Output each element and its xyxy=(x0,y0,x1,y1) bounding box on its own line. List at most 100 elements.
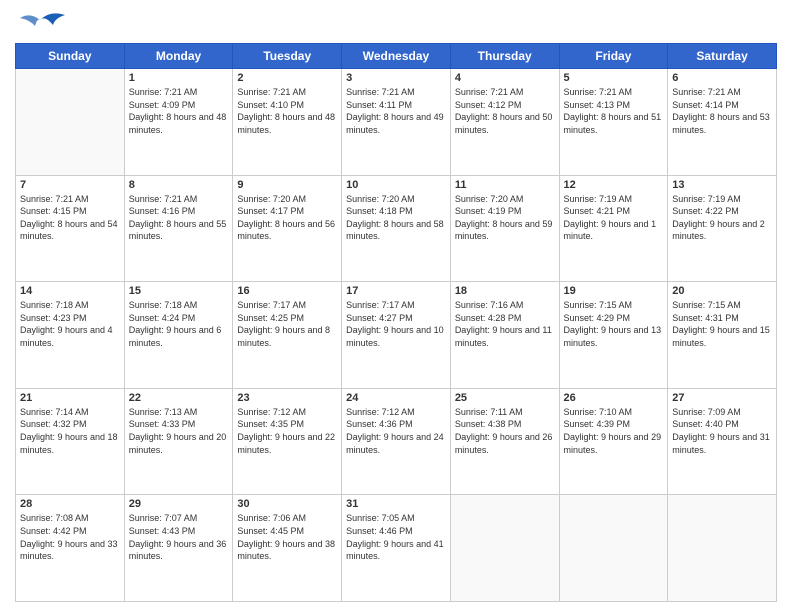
day-number: 4 xyxy=(455,72,555,84)
day-info: Sunrise: 7:21 AMSunset: 4:14 PMDaylight:… xyxy=(672,86,772,136)
day-number: 16 xyxy=(237,285,337,297)
day-info: Sunrise: 7:17 AMSunset: 4:27 PMDaylight:… xyxy=(346,299,446,349)
week-row-1: 1 Sunrise: 7:21 AMSunset: 4:09 PMDaylight… xyxy=(16,69,777,176)
day-info: Sunrise: 7:09 AMSunset: 4:40 PMDaylight:… xyxy=(672,406,772,456)
day-cell: 19 Sunrise: 7:15 AMSunset: 4:29 PMDayligh… xyxy=(559,282,668,389)
day-info: Sunrise: 7:18 AMSunset: 4:23 PMDaylight:… xyxy=(20,299,120,349)
day-info: Sunrise: 7:12 AMSunset: 4:36 PMDaylight:… xyxy=(346,406,446,456)
day-number: 27 xyxy=(672,392,772,404)
logo-text xyxy=(15,10,65,35)
day-info: Sunrise: 7:21 AMSunset: 4:12 PMDaylight:… xyxy=(455,86,555,136)
col-friday: Friday xyxy=(559,44,668,69)
day-cell: 2Sunrise: 7:21 AMSunset: 4:10 PMDaylight… xyxy=(233,69,342,176)
day-cell: 27 Sunrise: 7:09 AMSunset: 4:40 PMDayligh… xyxy=(668,388,777,495)
day-cell: 24 Sunrise: 7:12 AMSunset: 4:36 PMDayligh… xyxy=(342,388,451,495)
col-tuesday: Tuesday xyxy=(233,44,342,69)
header xyxy=(15,10,777,35)
day-cell: 31 Sunrise: 7:05 AMSunset: 4:46 PMDayligh… xyxy=(342,495,451,602)
day-info: Sunrise: 7:11 AMSunset: 4:38 PMDaylight:… xyxy=(455,406,555,456)
day-number: 28 xyxy=(20,498,120,510)
day-number: 1 xyxy=(129,72,229,84)
day-cell: 25 Sunrise: 7:11 AMSunset: 4:38 PMDayligh… xyxy=(450,388,559,495)
day-cell: 20 Sunrise: 7:15 AMSunset: 4:31 PMDayligh… xyxy=(668,282,777,389)
day-number: 9 xyxy=(237,179,337,191)
col-saturday: Saturday xyxy=(668,44,777,69)
day-cell: 10Sunrise: 7:20 AMSunset: 4:18 PMDayligh… xyxy=(342,175,451,282)
page: Sunday Monday Tuesday Wednesday Thursday… xyxy=(0,0,792,612)
day-info: Sunrise: 7:21 AMSunset: 4:09 PMDaylight:… xyxy=(129,86,229,136)
day-info: Sunrise: 7:15 AMSunset: 4:29 PMDaylight:… xyxy=(564,299,664,349)
day-cell: 15 Sunrise: 7:18 AMSunset: 4:24 PMDayligh… xyxy=(124,282,233,389)
day-cell: 18 Sunrise: 7:16 AMSunset: 4:28 PMDayligh… xyxy=(450,282,559,389)
calendar-header-row: Sunday Monday Tuesday Wednesday Thursday… xyxy=(16,44,777,69)
day-cell: 7Sunrise: 7:21 AMSunset: 4:15 PMDaylight… xyxy=(16,175,125,282)
day-cell xyxy=(450,495,559,602)
day-number: 25 xyxy=(455,392,555,404)
day-info: Sunrise: 7:05 AMSunset: 4:46 PMDaylight:… xyxy=(346,512,446,562)
day-info: Sunrise: 7:20 AMSunset: 4:18 PMDaylight:… xyxy=(346,193,446,243)
day-number: 30 xyxy=(237,498,337,510)
day-info: Sunrise: 7:15 AMSunset: 4:31 PMDaylight:… xyxy=(672,299,772,349)
day-number: 11 xyxy=(455,179,555,191)
day-cell: 6 Sunrise: 7:21 AMSunset: 4:14 PMDaylight… xyxy=(668,69,777,176)
day-info: Sunrise: 7:16 AMSunset: 4:28 PMDaylight:… xyxy=(455,299,555,349)
day-info: Sunrise: 7:06 AMSunset: 4:45 PMDaylight:… xyxy=(237,512,337,562)
day-cell: 29 Sunrise: 7:07 AMSunset: 4:43 PMDayligh… xyxy=(124,495,233,602)
day-number: 31 xyxy=(346,498,446,510)
day-info: Sunrise: 7:18 AMSunset: 4:24 PMDaylight:… xyxy=(129,299,229,349)
logo-bird-icon xyxy=(15,10,65,30)
day-number: 15 xyxy=(129,285,229,297)
day-cell: 16 Sunrise: 7:17 AMSunset: 4:25 PMDayligh… xyxy=(233,282,342,389)
day-info: Sunrise: 7:21 AMSunset: 4:15 PMDaylight:… xyxy=(20,193,120,243)
day-number: 3 xyxy=(346,72,446,84)
day-number: 12 xyxy=(564,179,664,191)
day-cell: 4 Sunrise: 7:21 AMSunset: 4:12 PMDaylight… xyxy=(450,69,559,176)
day-info: Sunrise: 7:12 AMSunset: 4:35 PMDaylight:… xyxy=(237,406,337,456)
day-info: Sunrise: 7:21 AMSunset: 4:16 PMDaylight:… xyxy=(129,193,229,243)
day-number: 19 xyxy=(564,285,664,297)
day-info: Sunrise: 7:08 AMSunset: 4:42 PMDaylight:… xyxy=(20,512,120,562)
day-info: Sunrise: 7:21 AMSunset: 4:13 PMDaylight:… xyxy=(564,86,664,136)
day-number: 13 xyxy=(672,179,772,191)
day-info: Sunrise: 7:21 AMSunset: 4:10 PMDaylight:… xyxy=(237,86,337,136)
day-number: 6 xyxy=(672,72,772,84)
day-info: Sunrise: 7:19 AMSunset: 4:21 PMDaylight:… xyxy=(564,193,664,243)
day-cell: 22 Sunrise: 7:13 AMSunset: 4:33 PMDayligh… xyxy=(124,388,233,495)
week-row-2: 7Sunrise: 7:21 AMSunset: 4:15 PMDaylight… xyxy=(16,175,777,282)
day-cell: 17 Sunrise: 7:17 AMSunset: 4:27 PMDayligh… xyxy=(342,282,451,389)
calendar-table: Sunday Monday Tuesday Wednesday Thursday… xyxy=(15,43,777,602)
day-info: Sunrise: 7:14 AMSunset: 4:32 PMDaylight:… xyxy=(20,406,120,456)
day-info: Sunrise: 7:10 AMSunset: 4:39 PMDaylight:… xyxy=(564,406,664,456)
day-number: 18 xyxy=(455,285,555,297)
day-cell: 8 Sunrise: 7:21 AMSunset: 4:16 PMDaylight… xyxy=(124,175,233,282)
day-info: Sunrise: 7:20 AMSunset: 4:17 PMDaylight:… xyxy=(237,193,337,243)
day-number: 22 xyxy=(129,392,229,404)
day-number: 21 xyxy=(20,392,120,404)
day-info: Sunrise: 7:13 AMSunset: 4:33 PMDaylight:… xyxy=(129,406,229,456)
col-sunday: Sunday xyxy=(16,44,125,69)
day-number: 8 xyxy=(129,179,229,191)
col-thursday: Thursday xyxy=(450,44,559,69)
day-cell xyxy=(668,495,777,602)
day-info: Sunrise: 7:19 AMSunset: 4:22 PMDaylight:… xyxy=(672,193,772,243)
day-number: 14 xyxy=(20,285,120,297)
day-cell: 13 Sunrise: 7:19 AMSunset: 4:22 PMDayligh… xyxy=(668,175,777,282)
day-number: 5 xyxy=(564,72,664,84)
day-number: 20 xyxy=(672,285,772,297)
logo xyxy=(15,10,65,35)
day-cell: 14 Sunrise: 7:18 AMSunset: 4:23 PMDayligh… xyxy=(16,282,125,389)
day-number: 29 xyxy=(129,498,229,510)
day-info: Sunrise: 7:07 AMSunset: 4:43 PMDaylight:… xyxy=(129,512,229,562)
day-number: 17 xyxy=(346,285,446,297)
day-info: Sunrise: 7:17 AMSunset: 4:25 PMDaylight:… xyxy=(237,299,337,349)
day-number: 24 xyxy=(346,392,446,404)
day-info: Sunrise: 7:21 AMSunset: 4:11 PMDaylight:… xyxy=(346,86,446,136)
day-cell xyxy=(559,495,668,602)
day-number: 26 xyxy=(564,392,664,404)
col-monday: Monday xyxy=(124,44,233,69)
day-cell: 9 Sunrise: 7:20 AMSunset: 4:17 PMDaylight… xyxy=(233,175,342,282)
day-cell xyxy=(16,69,125,176)
day-cell: 12 Sunrise: 7:19 AMSunset: 4:21 PMDayligh… xyxy=(559,175,668,282)
day-cell: 21 Sunrise: 7:14 AMSunset: 4:32 PMDayligh… xyxy=(16,388,125,495)
day-cell: 11Sunrise: 7:20 AMSunset: 4:19 PMDayligh… xyxy=(450,175,559,282)
